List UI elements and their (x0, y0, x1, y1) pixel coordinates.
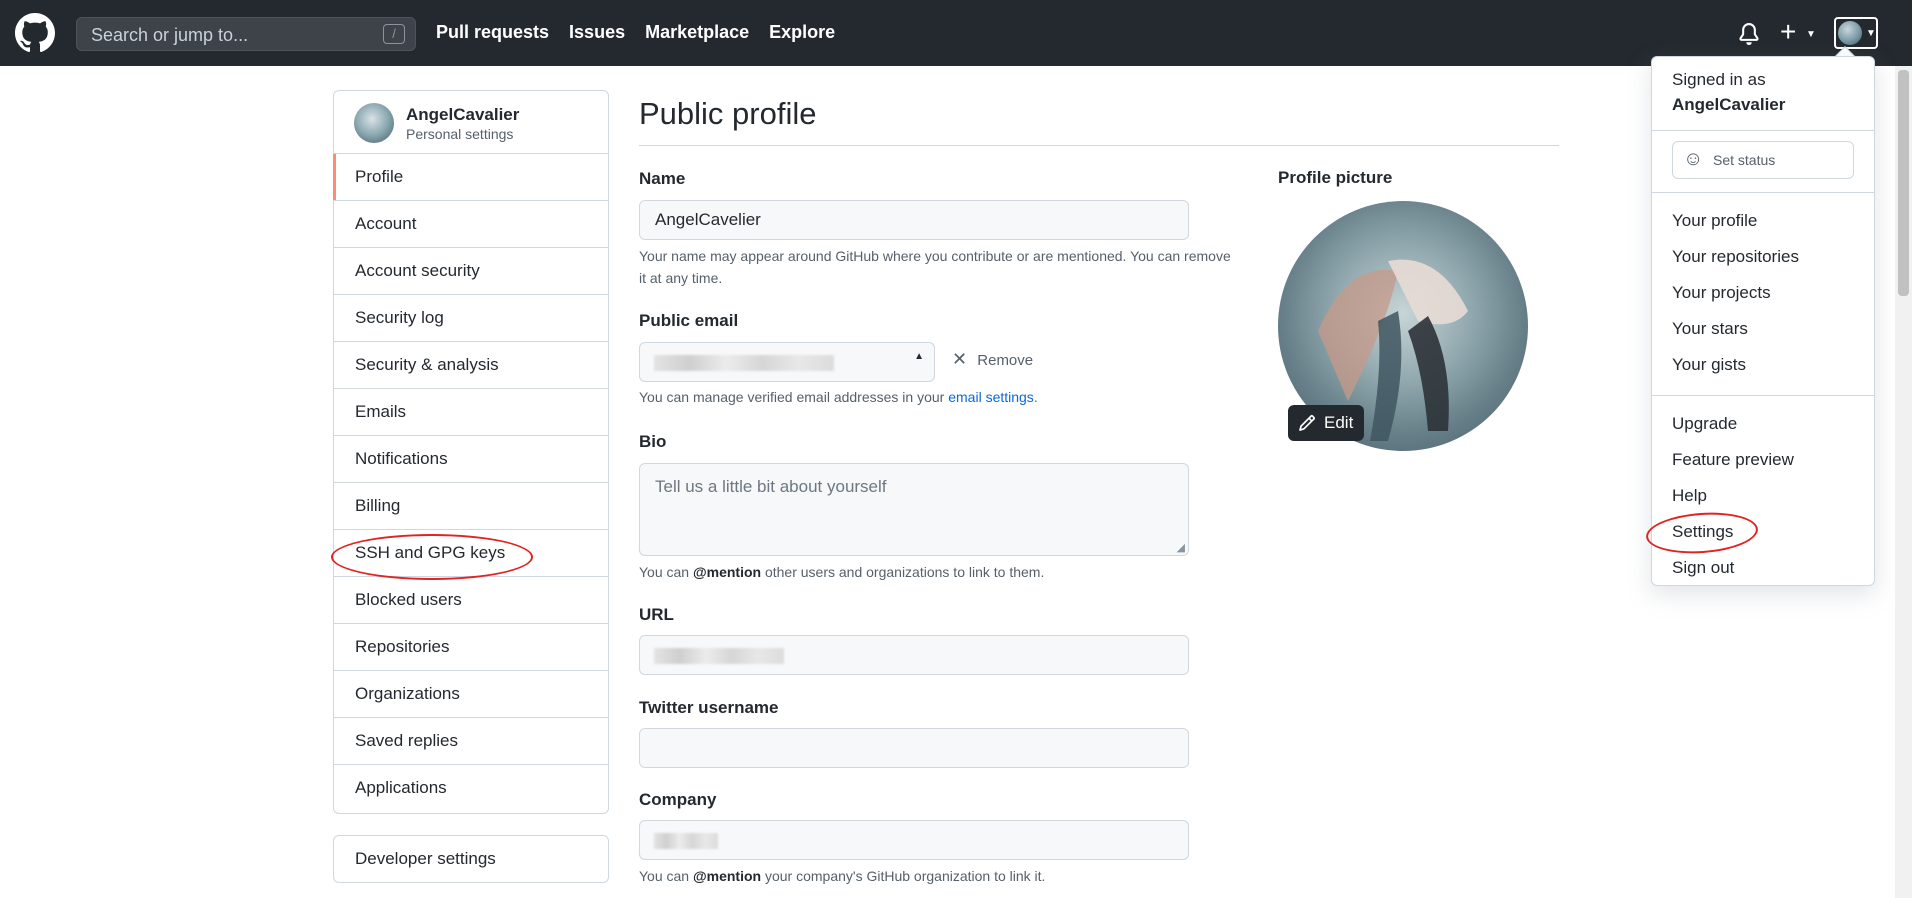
chevron-down-icon: ▼ (1866, 28, 1876, 39)
dropdown-status-section: ☺ Set status (1652, 131, 1874, 193)
name-input[interactable]: AngelCavelier (639, 200, 1189, 240)
company-note-suffix: your company's GitHub organization to li… (761, 868, 1046, 884)
bio-note-text: You can (639, 564, 693, 580)
bell-icon[interactable] (1738, 22, 1760, 46)
nav-explore[interactable]: Explore (769, 22, 835, 43)
search-placeholder: Search or jump to... (91, 25, 249, 45)
public-email-label: Public email (639, 311, 739, 330)
email-settings-link[interactable]: email settings (948, 389, 1034, 405)
redacted-url (654, 648, 784, 664)
sidebar-item-security-log[interactable]: Security log (334, 295, 608, 342)
search-input[interactable]: Search or jump to... / (76, 17, 416, 51)
company-note-text: You can (639, 868, 693, 884)
menu-item-your-projects[interactable]: Your projects (1652, 275, 1874, 311)
nav-issues[interactable]: Issues (569, 22, 625, 43)
smiley-icon: ☺ (1683, 148, 1704, 170)
edit-profile-picture-button[interactable]: Edit (1288, 405, 1364, 441)
company-label: Company (639, 790, 717, 809)
sidebar-item-blocked-users[interactable]: Blocked users (334, 577, 608, 624)
company-note: You can @mention your company's GitHub o… (639, 865, 1045, 887)
top-header: Search or jump to... / Pull requests Iss… (0, 0, 1912, 66)
sidebar-item-billing[interactable]: Billing (334, 483, 608, 530)
sidebar-item-organizations[interactable]: Organizations (334, 671, 608, 718)
sidebar-username[interactable]: AngelCavalier (406, 105, 519, 125)
company-note-mention: @mention (692, 868, 762, 884)
page-scrollbar[interactable] (1895, 66, 1912, 898)
search-shortcut-key: / (383, 24, 405, 44)
menu-item-feature-preview[interactable]: Feature preview (1652, 442, 1874, 478)
github-logo-icon[interactable] (15, 13, 55, 53)
menu-item-upgrade[interactable]: Upgrade (1652, 406, 1874, 442)
settings-sidebar: AngelCavalier Personal settings Profile … (333, 90, 609, 814)
bio-note-suffix: other users and organizations to link to… (761, 564, 1045, 580)
sidebar-item-account[interactable]: Account (334, 201, 608, 248)
avatar (1838, 21, 1862, 45)
redacted-email (654, 355, 834, 371)
resize-handle-icon[interactable]: ◢ (1177, 541, 1185, 554)
menu-item-your-stars[interactable]: Your stars (1652, 311, 1874, 347)
page-title: Public profile (639, 90, 1559, 146)
main-content: Public profile (639, 90, 1559, 146)
bio-note: You can @mention other users and organiz… (639, 561, 1044, 583)
close-icon: ✕ (952, 349, 968, 369)
menu-item-sign-out[interactable]: Sign out (1652, 550, 1874, 586)
header-nav: Pull requests Issues Marketplace Explore (436, 22, 835, 43)
pencil-icon (1299, 415, 1315, 431)
sidebar-item-developer-settings[interactable]: Developer settings (333, 835, 609, 883)
scrollbar-thumb[interactable] (1898, 70, 1909, 296)
email-note-text: You can manage verified email addresses … (639, 389, 949, 405)
dropdown-group-profile: Your profile Your repositories Your proj… (1652, 193, 1874, 396)
sidebar-item-account-security[interactable]: Account security (334, 248, 608, 295)
dropdown-username: AngelCavalier (1672, 95, 1786, 114)
public-email-select[interactable]: ▲ (639, 342, 935, 382)
chevron-up-icon: ▲ (914, 351, 924, 362)
email-note-suffix: . (1033, 389, 1038, 405)
url-label: URL (639, 605, 674, 624)
menu-item-your-repositories[interactable]: Your repositories (1652, 239, 1874, 275)
annotation-circle (331, 534, 533, 580)
company-input[interactable] (639, 820, 1189, 860)
name-label: Name (639, 169, 686, 188)
url-input[interactable] (639, 635, 1189, 675)
remove-label: Remove (977, 352, 1034, 369)
sidebar-subtitle: Personal settings (406, 126, 514, 142)
user-dropdown-menu: Signed in as AngelCavalier ☺ Set status … (1651, 56, 1875, 586)
nav-pull-requests[interactable]: Pull requests (436, 22, 549, 43)
set-status-button[interactable]: ☺ Set status (1672, 141, 1854, 179)
avatar (354, 103, 394, 143)
set-status-label: Set status (1713, 152, 1776, 168)
sidebar-item-saved-replies[interactable]: Saved replies (334, 718, 608, 765)
redacted-company (654, 833, 718, 849)
sidebar-header: AngelCavalier Personal settings (334, 91, 608, 154)
sidebar-item-repositories[interactable]: Repositories (334, 624, 608, 671)
menu-item-your-gists[interactable]: Your gists (1652, 347, 1874, 383)
signed-in-as-label: Signed in as (1672, 70, 1766, 89)
menu-item-help[interactable]: Help (1652, 478, 1874, 514)
nav-marketplace[interactable]: Marketplace (645, 22, 749, 43)
user-menu-button[interactable]: ▼ (1834, 17, 1878, 49)
profile-picture-label: Profile picture (1278, 168, 1393, 187)
chevron-down-icon: ▼ (1806, 29, 1816, 40)
dropdown-signed-in: Signed in as AngelCavalier (1652, 57, 1874, 131)
edit-label: Edit (1324, 413, 1354, 432)
email-note: You can manage verified email addresses … (639, 386, 1038, 408)
sidebar-item-security-analysis[interactable]: Security & analysis (334, 342, 608, 389)
dropdown-group-account: Upgrade Feature preview Help Settings Si… (1652, 396, 1874, 596)
sidebar-item-applications[interactable]: Applications (334, 765, 608, 812)
menu-item-your-profile[interactable]: Your profile (1652, 203, 1874, 239)
sidebar-item-profile[interactable]: Profile (333, 154, 608, 201)
sidebar-item-notifications[interactable]: Notifications (334, 436, 608, 483)
bio-label: Bio (639, 432, 667, 451)
name-note: Your name may appear around GitHub where… (639, 248, 1231, 286)
bio-textarea[interactable]: Tell us a little bit about yourself ◢ (639, 463, 1189, 556)
sidebar-item-emails[interactable]: Emails (334, 389, 608, 436)
create-new-button[interactable]: + (1780, 18, 1796, 46)
remove-email-button[interactable]: ✕ Remove (952, 349, 1033, 370)
twitter-label: Twitter username (639, 698, 779, 717)
twitter-input[interactable] (639, 728, 1189, 768)
bio-placeholder: Tell us a little bit about yourself (655, 477, 887, 496)
bio-note-mention: @mention (692, 564, 762, 580)
